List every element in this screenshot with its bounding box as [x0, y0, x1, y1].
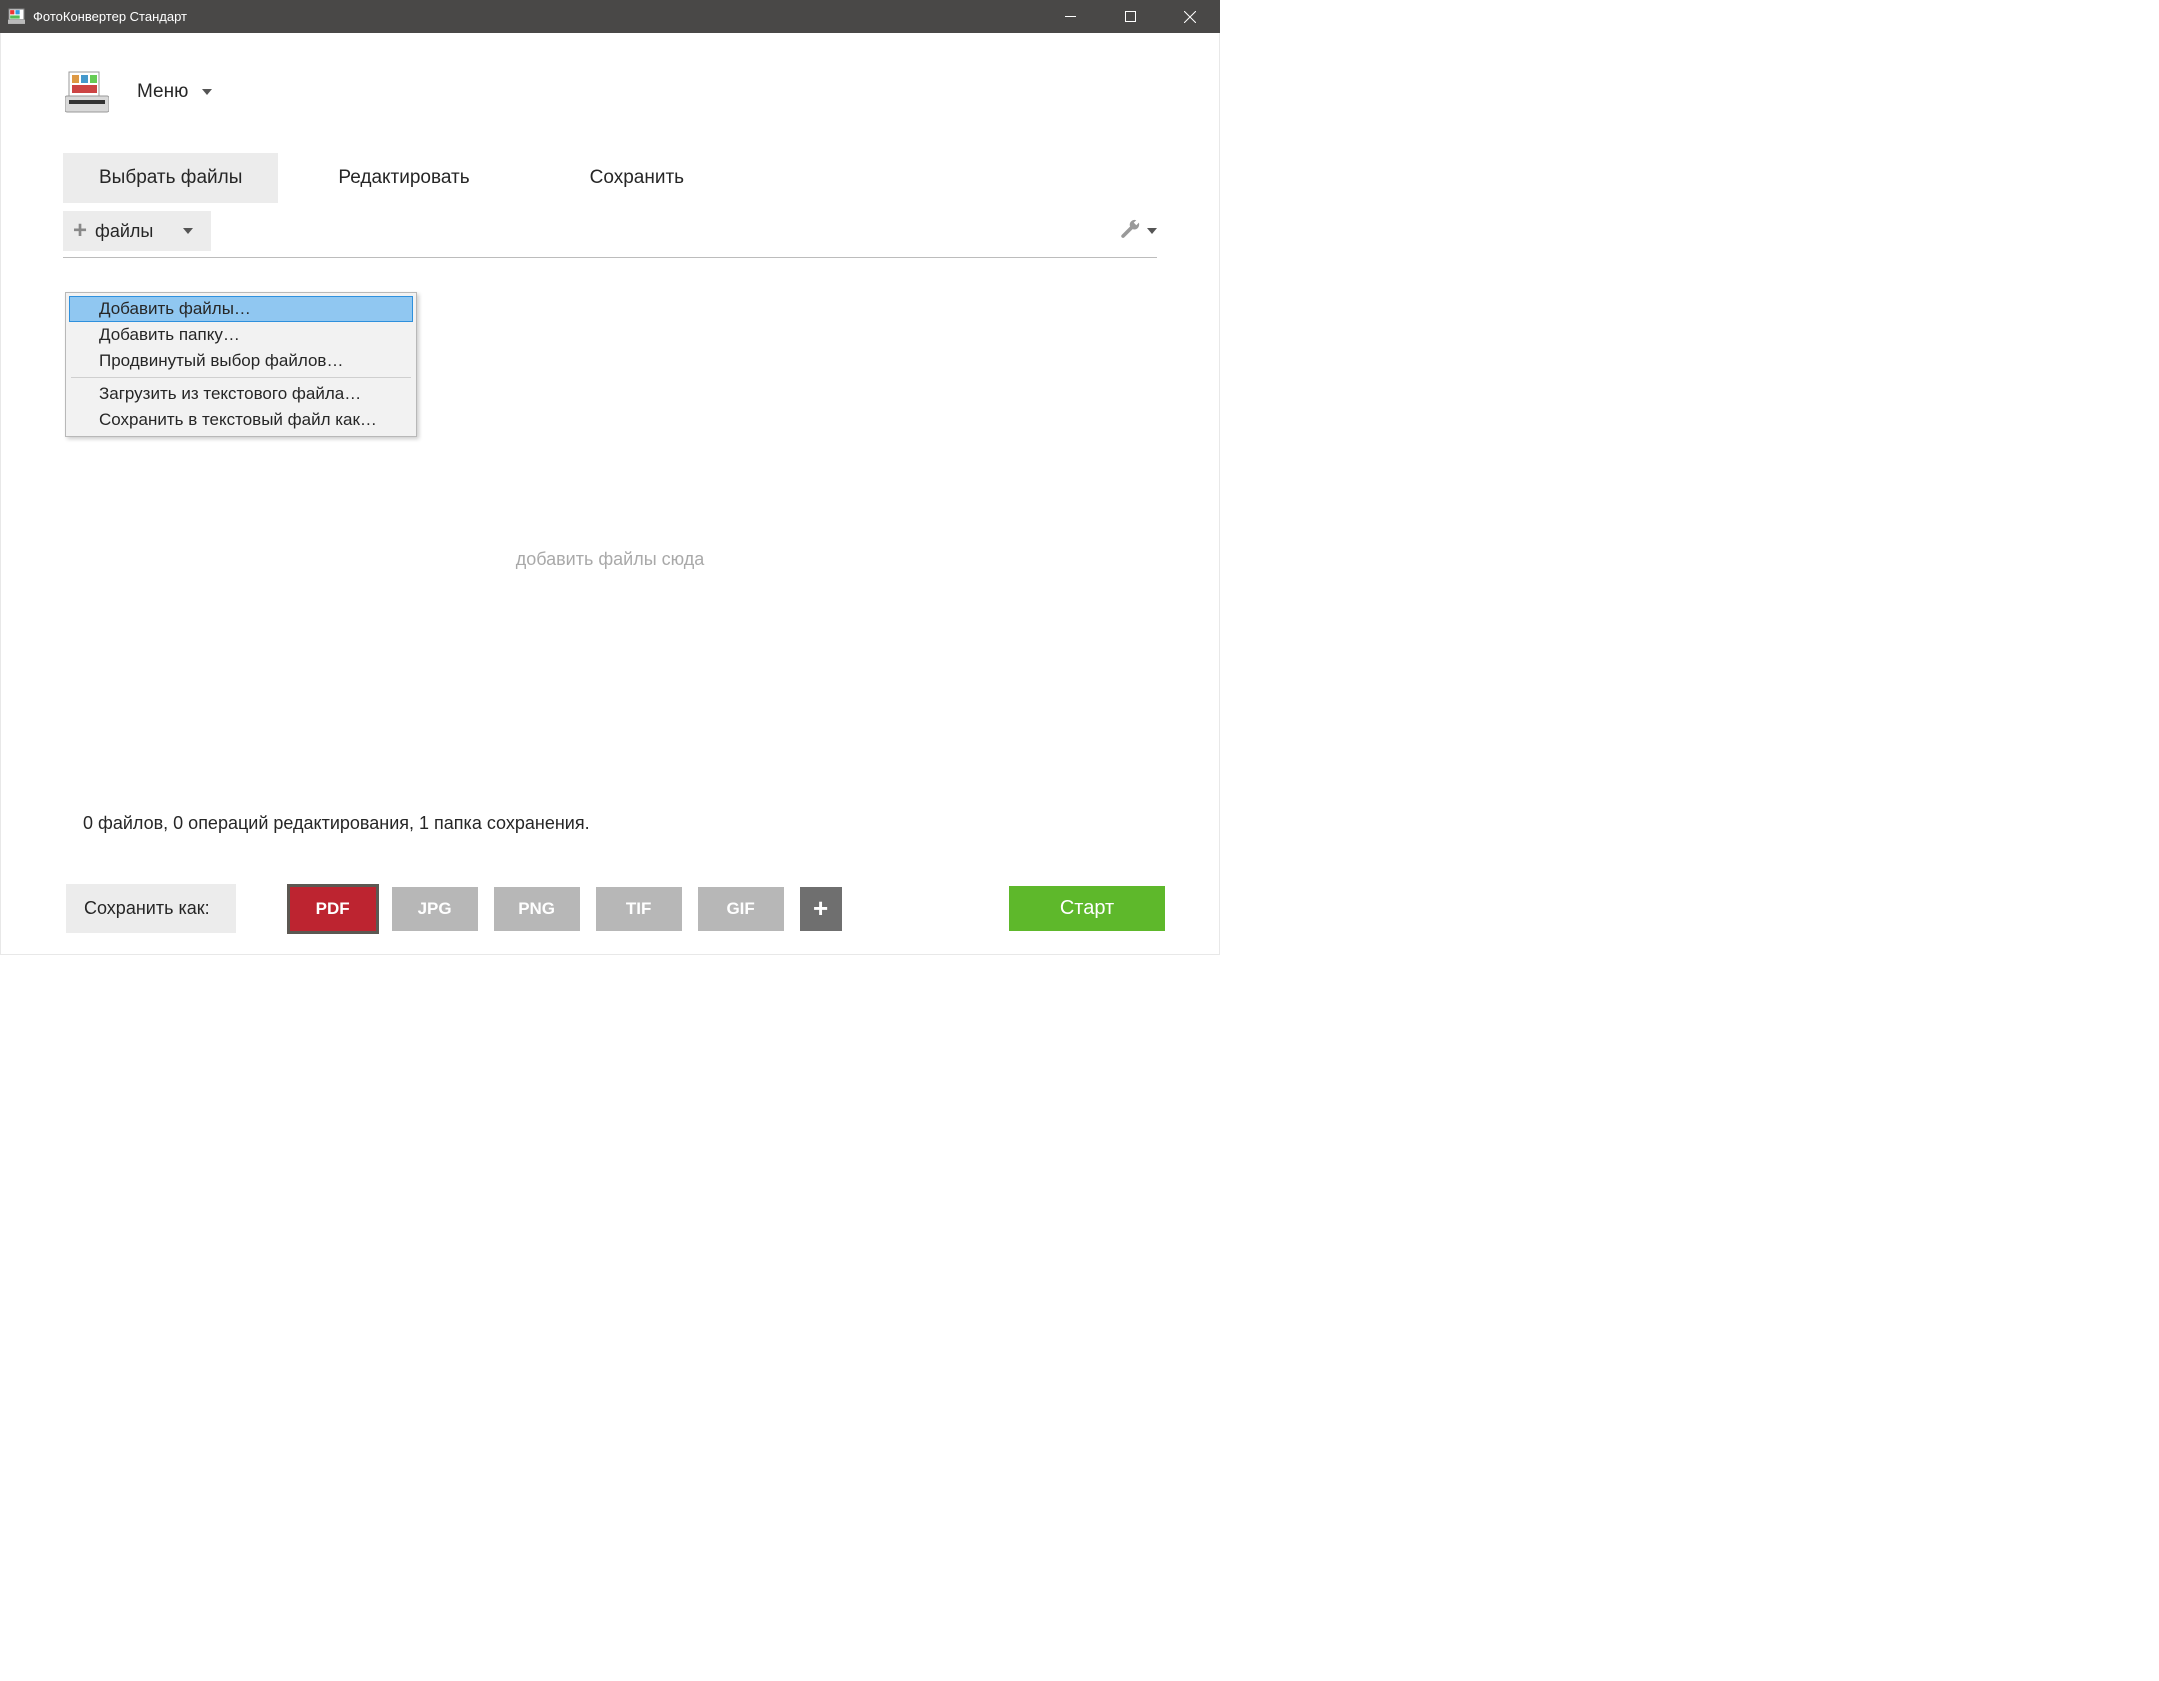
format-png-button[interactable]: PNG: [494, 887, 580, 931]
menu-item-load-from-txt[interactable]: Загрузить из текстового файла…: [69, 381, 413, 407]
tab-edit[interactable]: Редактировать: [278, 153, 529, 203]
app-logo: [65, 70, 109, 114]
save-as-label: Сохранить как:: [66, 884, 236, 933]
menu-item-add-folder[interactable]: Добавить папку…: [69, 322, 413, 348]
files-dropdown-menu: Добавить файлы… Добавить папку… Продвину…: [65, 292, 417, 437]
format-add-button[interactable]: +: [800, 887, 842, 931]
chevron-down-icon: [202, 89, 212, 95]
tab-save[interactable]: Сохранить: [530, 153, 744, 203]
files-label: файлы: [95, 221, 153, 242]
window-title: ФотоКонвертер Стандарт: [33, 9, 1040, 24]
menu-separator: [71, 377, 411, 378]
app-icon: [8, 8, 25, 25]
drop-hint: добавить файлы сюда: [516, 549, 705, 570]
format-gif-button[interactable]: GIF: [698, 887, 784, 931]
status-text: 0 файлов, 0 операций редактирования, 1 п…: [83, 813, 590, 834]
maximize-button[interactable]: [1100, 0, 1160, 33]
plus-icon: +: [73, 219, 87, 243]
format-jpg-button[interactable]: JPG: [392, 887, 478, 931]
divider: [63, 257, 1157, 258]
menu-label: Меню: [137, 81, 188, 103]
format-pdf-button[interactable]: PDF: [290, 887, 376, 931]
settings-button[interactable]: [1119, 218, 1157, 245]
format-tif-button[interactable]: TIF: [596, 887, 682, 931]
chevron-down-icon: [183, 228, 193, 234]
chevron-down-icon: [1147, 228, 1157, 234]
menu-item-save-to-txt[interactable]: Сохранить в текстовый файл как…: [69, 407, 413, 433]
add-files-dropdown-button[interactable]: + файлы: [63, 211, 211, 251]
close-button[interactable]: [1160, 0, 1220, 33]
tabs: Выбрать файлы Редактировать Сохранить: [1, 153, 1219, 203]
menu-button[interactable]: Меню: [137, 81, 212, 103]
minimize-button[interactable]: [1040, 0, 1100, 33]
start-button[interactable]: Старт: [1009, 886, 1165, 931]
wrench-icon: [1119, 218, 1141, 245]
tab-select-files[interactable]: Выбрать файлы: [63, 153, 278, 203]
titlebar: ФотоКонвертер Стандарт: [0, 0, 1220, 33]
menu-item-add-files[interactable]: Добавить файлы…: [69, 296, 413, 322]
menu-item-advanced-select[interactable]: Продвинутый выбор файлов…: [69, 348, 413, 374]
